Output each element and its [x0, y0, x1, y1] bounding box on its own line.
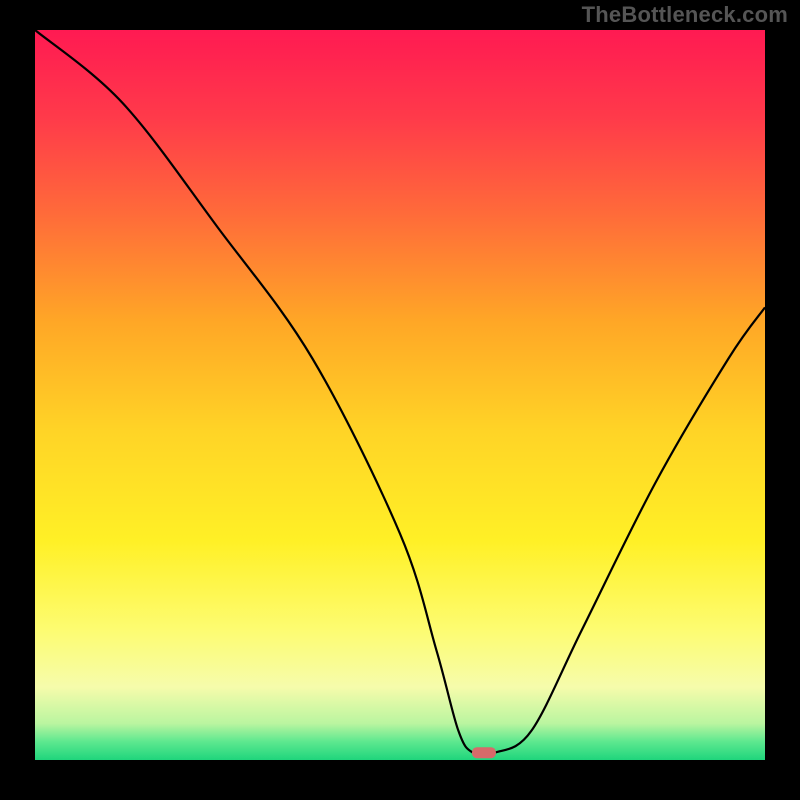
- chart-frame: TheBottleneck.com: [0, 0, 800, 800]
- bottleneck-chart: [0, 0, 800, 800]
- plot-background: [35, 30, 765, 760]
- watermark-text: TheBottleneck.com: [582, 2, 788, 28]
- optimum-marker: [472, 747, 496, 758]
